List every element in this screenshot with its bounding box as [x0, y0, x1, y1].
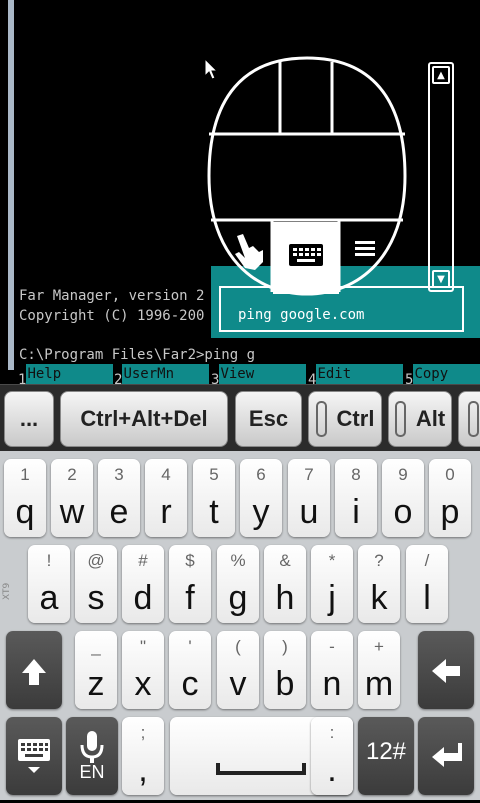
fkey-usermn[interactable]: 2UserMn	[114, 364, 210, 385]
more-button[interactable]: ...	[4, 391, 54, 447]
keyboard-row: ! a @ s # d $ f % g & h * j ? k / l	[0, 545, 480, 631]
scroll-down-button[interactable]: ▼	[432, 270, 450, 288]
enter-arrow-icon	[432, 743, 462, 767]
key-g[interactable]: % g	[217, 545, 259, 623]
keyboard-row: 1q 2w 3e 4r 5t 6y 7u 8i 9o 0p	[0, 459, 480, 545]
key-q[interactable]: 1q	[4, 459, 46, 537]
alt-label: Alt	[415, 406, 446, 431]
scroll-panel[interactable]: ▲ ▼	[428, 62, 454, 292]
terminal-prompt: C:\Program Files\Far2>ping g	[19, 347, 256, 363]
key-k[interactable]: ? k	[358, 545, 400, 623]
key-o[interactable]: 9o	[382, 459, 424, 537]
voice-input-key[interactable]: EN	[66, 717, 118, 795]
ctrl-alt-del-button[interactable]: Ctrl+Alt+Del	[60, 391, 228, 447]
key-w[interactable]: 2w	[51, 459, 93, 537]
toggle-indicator-icon	[467, 401, 479, 437]
key-b[interactable]: ) b	[264, 631, 306, 709]
backspace-arrow-icon	[432, 659, 460, 683]
key-f[interactable]: $ f	[169, 545, 211, 623]
scroll-up-button[interactable]: ▲	[432, 66, 450, 84]
terminal-line: Far Manager, version 2	[19, 288, 205, 304]
symbols-key[interactable]: 12#	[358, 717, 414, 795]
key-c[interactable]: ' c	[169, 631, 211, 709]
window-edge	[8, 0, 14, 370]
key-period[interactable]: :.	[311, 717, 353, 795]
function-key-bar: 1Help 2UserMn 3View 4Edit 5Copy	[18, 364, 480, 385]
keyboard-row: _ z " x ' c (v ) b -n + m	[0, 631, 480, 717]
key-u[interactable]: 7u	[288, 459, 330, 537]
keyboard-hide-icon	[18, 739, 50, 773]
key-comma[interactable]: ;,	[122, 717, 164, 795]
key-p[interactable]: 0p	[429, 459, 471, 537]
shift-arrow-icon	[22, 659, 46, 685]
special-keys-toolbar: ... Ctrl+Alt+Del Esc Ctrl Alt	[0, 384, 480, 451]
fkey-label: Edit	[316, 364, 404, 384]
key-j[interactable]: * j	[311, 545, 353, 623]
command-input[interactable]: ping google.com	[238, 307, 364, 323]
backspace-key[interactable]	[418, 631, 474, 709]
key-e[interactable]: 3e	[98, 459, 140, 537]
soft-keyboard: 1q 2w 3e 4r 5t 6y 7u 8i 9o 0p ! a @ s # d $…	[0, 451, 480, 800]
ctrl-label: Ctrl	[336, 406, 375, 431]
fkey-copy[interactable]: 5Copy	[405, 364, 480, 385]
key-m[interactable]: + m	[358, 631, 400, 709]
menu-icon	[355, 241, 375, 256]
enter-key[interactable]	[418, 717, 474, 795]
fkey-help[interactable]: 1Help	[18, 364, 114, 385]
ctrl-button[interactable]: Ctrl	[308, 391, 382, 447]
fkey-edit[interactable]: 4Edit	[308, 364, 404, 385]
virtual-mouse-icon[interactable]	[205, 56, 409, 296]
keyboard-hide-key[interactable]	[6, 717, 62, 795]
toggle-indicator-icon	[315, 401, 327, 437]
fkey-label: UserMn	[122, 364, 210, 384]
language-label: EN	[79, 762, 105, 782]
key-h[interactable]: & h	[264, 545, 306, 623]
key-z[interactable]: _ z	[75, 631, 117, 709]
key-r[interactable]: 4r	[145, 459, 187, 537]
fkey-label: Help	[26, 364, 114, 384]
key-v[interactable]: (v	[217, 631, 259, 709]
fkey-label: Copy	[413, 364, 480, 384]
keyboard-icon	[289, 244, 323, 266]
key-d[interactable]: # d	[122, 545, 164, 623]
key-l[interactable]: / l	[406, 545, 448, 623]
alt-button[interactable]: Alt	[388, 391, 452, 447]
fkey-label: View	[219, 364, 307, 384]
key-y[interactable]: 6y	[240, 459, 282, 537]
key-n[interactable]: -n	[311, 631, 353, 709]
key-a[interactable]: ! a	[28, 545, 70, 623]
xt9-label: XT9	[2, 582, 12, 600]
more-keys-button[interactable]	[458, 391, 480, 447]
shift-key[interactable]	[6, 631, 62, 709]
key-x[interactable]: " x	[122, 631, 164, 709]
remote-desktop-screen[interactable]: Far Manager, version 2 Copyright (C) 199…	[0, 0, 480, 385]
toggle-indicator-icon	[394, 401, 406, 437]
keyboard-row: EN ;, :. 12#	[0, 717, 480, 803]
key-t[interactable]: 5t	[193, 459, 235, 537]
fkey-view[interactable]: 3View	[211, 364, 307, 385]
esc-button[interactable]: Esc	[235, 391, 302, 447]
key-i[interactable]: 8i	[335, 459, 377, 537]
key-s[interactable]: @ s	[75, 545, 117, 623]
terminal-line: Copyright (C) 1996-200	[19, 308, 205, 324]
